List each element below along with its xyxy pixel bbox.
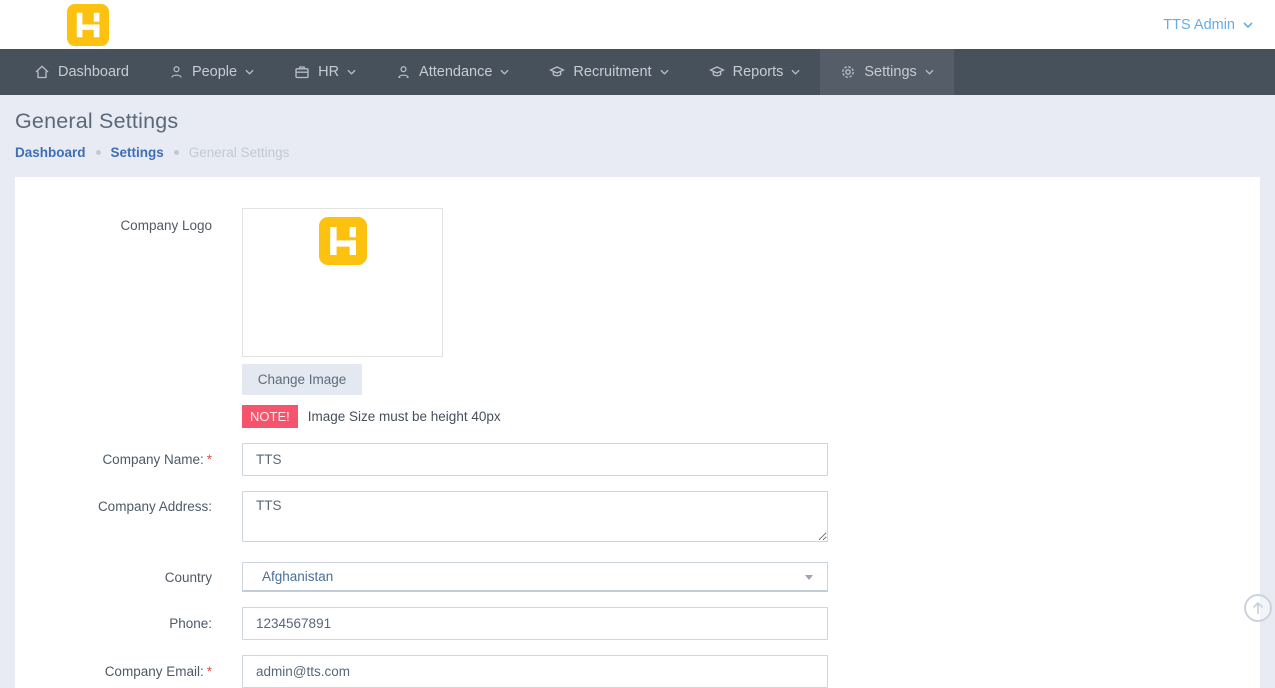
graduation-cap-icon xyxy=(709,64,725,80)
company-logo[interactable] xyxy=(67,4,109,46)
company-logo-preview xyxy=(242,208,443,357)
form-row-phone: Phone: xyxy=(15,607,1260,640)
nav-item-label: HR xyxy=(318,64,339,80)
company-logo-label: Company Logo xyxy=(15,208,212,428)
country-select[interactable]: Afghanistan xyxy=(242,562,828,592)
chevron-down-icon xyxy=(1243,22,1253,28)
general-settings-panel: Company Logo Change Image NOTE! Image Si… xyxy=(15,177,1260,688)
chevron-down-icon xyxy=(925,69,934,75)
breadcrumb: Dashboard Settings General Settings xyxy=(15,145,1260,160)
nav-item-attendance[interactable]: Attendance xyxy=(376,49,529,95)
arrow-up-icon xyxy=(1252,602,1264,615)
home-icon xyxy=(34,64,50,80)
form-row-company-email: Company Email:* xyxy=(15,655,1260,688)
company-logo-h-icon xyxy=(67,4,109,46)
chevron-down-icon xyxy=(500,69,509,75)
breadcrumb-link-settings[interactable]: Settings xyxy=(111,145,164,160)
breadcrumb-separator xyxy=(96,150,101,155)
nav-item-dashboard[interactable]: Dashboard xyxy=(14,49,149,95)
company-name-input[interactable] xyxy=(242,443,828,476)
nav-item-people[interactable]: People xyxy=(149,49,274,95)
chevron-down-icon xyxy=(660,69,669,75)
company-address-label: Company Address: xyxy=(15,491,212,547)
nav-item-label: Reports xyxy=(733,64,784,80)
chevron-down-icon xyxy=(245,69,254,75)
graduation-cap-icon xyxy=(549,64,565,80)
company-name-label: Company Name:* xyxy=(15,452,212,467)
company-email-label: Company Email:* xyxy=(15,664,212,679)
breadcrumb-link-dashboard[interactable]: Dashboard xyxy=(15,145,86,160)
nav-item-label: Dashboard xyxy=(58,64,129,80)
user-menu[interactable]: TTS Admin xyxy=(1163,17,1253,33)
person-clock-icon xyxy=(396,64,411,80)
form-row-company-logo: Company Logo Change Image NOTE! Image Si… xyxy=(15,208,1260,428)
nav-item-label: People xyxy=(192,64,237,80)
breadcrumb-current: General Settings xyxy=(189,145,290,160)
required-marker: * xyxy=(207,452,212,467)
chevron-down-icon xyxy=(791,69,800,75)
nav-item-label: Recruitment xyxy=(573,64,651,80)
company-logo-h-icon xyxy=(319,217,367,265)
briefcase-icon xyxy=(294,64,310,80)
form-row-country: Country Afghanistan xyxy=(15,562,1260,592)
chevron-down-icon xyxy=(347,69,356,75)
form-row-company-address: Company Address: TTS xyxy=(15,491,1260,547)
breadcrumb-separator xyxy=(174,150,179,155)
nav-item-label: Settings xyxy=(864,64,916,80)
nav-item-recruitment[interactable]: Recruitment xyxy=(529,49,688,95)
page-head: General Settings Dashboard Settings Gene… xyxy=(0,95,1275,160)
gear-icon xyxy=(840,64,856,80)
note-text: Image Size must be height 40px xyxy=(308,409,501,424)
phone-input[interactable] xyxy=(242,607,828,640)
user-menu-label: TTS Admin xyxy=(1163,17,1235,33)
required-marker: * xyxy=(207,664,212,679)
dropdown-arrow-icon xyxy=(805,575,813,580)
nav-item-hr[interactable]: HR xyxy=(274,49,376,95)
nav-item-label: Attendance xyxy=(419,64,492,80)
note-badge: NOTE! xyxy=(242,405,298,428)
logo-note: NOTE! Image Size must be height 40px xyxy=(242,405,828,428)
company-address-textarea[interactable]: TTS xyxy=(242,491,828,542)
change-image-button[interactable]: Change Image xyxy=(242,364,362,395)
main-navbar: Dashboard People HR Attendance xyxy=(0,49,1275,95)
top-header: TTS Admin xyxy=(0,0,1275,49)
nav-item-reports[interactable]: Reports xyxy=(689,49,821,95)
phone-label: Phone: xyxy=(15,616,212,631)
nav-item-settings[interactable]: Settings xyxy=(820,49,953,95)
country-select-value: Afghanistan xyxy=(262,569,333,584)
form-row-company-name: Company Name:* xyxy=(15,443,1260,476)
country-label: Country xyxy=(15,570,212,585)
scroll-to-top-button[interactable] xyxy=(1244,594,1272,622)
person-icon xyxy=(169,64,184,80)
company-email-input[interactable] xyxy=(242,655,828,688)
page-title: General Settings xyxy=(15,109,1260,134)
